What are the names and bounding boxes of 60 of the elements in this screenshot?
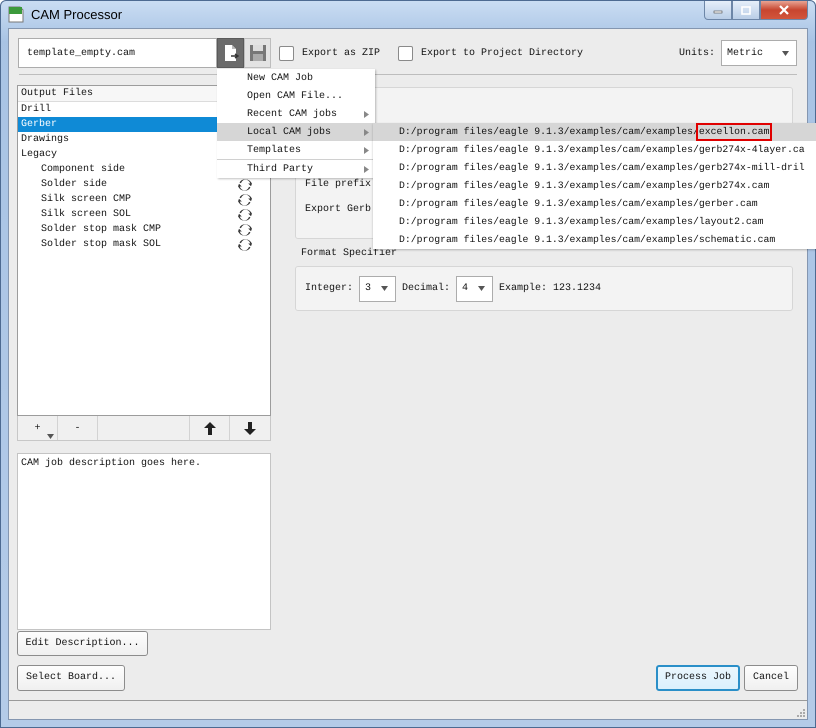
save-icon [248,44,266,62]
app-icon [8,6,24,23]
save-button[interactable] [244,38,271,68]
submenu-arrow-icon [364,129,369,136]
caret-icon [782,50,789,56]
cancel-button[interactable]: Cancel [744,664,798,690]
menu-item[interactable]: D:/program files/eagle 9.1.3/examples/cam/examples/layout2.cam [373,213,816,231]
field-label: Integer: [305,283,354,294]
example-text: Example: 123.1234 [499,283,602,294]
units-label: Units: [678,48,715,58]
refresh-icon[interactable] [238,178,252,192]
caret-icon [478,286,486,291]
menu-item[interactable]: D:/program files/eagle 9.1.3/examples/cam/examples/schematic.cam [373,231,816,249]
down-arrow-icon [244,422,256,434]
process-job-button[interactable]: Process Job [656,664,740,690]
setting-label: Export Gerb [305,203,372,217]
field-label: Decimal: [402,283,450,294]
edit-description-button[interactable]: Edit Description... [17,631,148,656]
units-dropdown[interactable]: Metric [721,40,797,66]
refresh-icon[interactable] [238,192,252,206]
refresh-icon[interactable] [238,208,252,222]
close-icon [778,5,790,15]
resize-grip-icon[interactable] [795,707,805,717]
list-item[interactable]: Silk screen CMP [18,192,270,207]
list-item[interactable]: Solder stop mask CMP [18,222,270,237]
refresh-icon[interactable] [238,222,252,236]
caret-icon [47,434,54,439]
submenu-arrow-icon [364,111,369,118]
menu-item[interactable]: D:/program files/eagle 9.1.3/examples/cam/examples/gerb274x-mill-dril [373,159,816,177]
refresh-icon[interactable] [238,238,252,252]
menu-item[interactable]: Templates [217,141,375,159]
list-item[interactable]: Solder side [18,177,270,192]
group-title: Format Specifier [300,248,398,261]
job-file-field[interactable]: template_empty.cam [18,38,217,68]
close-button[interactable] [760,1,808,20]
description-field[interactable]: CAM job description goes here. [17,453,271,630]
submenu-arrow-icon [364,166,369,173]
caret-icon [381,286,388,291]
menu-item[interactable]: New CAM Job [217,69,375,87]
checkbox[interactable]: Export to Project Directory [398,46,584,60]
menu-item[interactable]: D:/program files/eagle 9.1.3/examples/cam/examples/gerb274x.cam [373,177,816,195]
new-job-button[interactable] [217,38,244,68]
up-arrow-icon [204,422,216,434]
add-button[interactable]: + [18,416,58,440]
menu-item[interactable]: Local CAM jobs [217,123,375,141]
submenu-arrow-icon [364,147,369,154]
menu-item[interactable]: D:/program files/eagle 9.1.3/examples/cam/examples/gerber.cam [373,195,816,213]
maximize-button[interactable] [732,1,760,20]
maximize-icon [741,6,751,14]
integer-dropdown[interactable]: 3 [359,276,396,302]
setting-label: File prefix [305,178,372,192]
window-title: CAM Processor [31,7,122,22]
minimize-button[interactable] [704,1,732,20]
checkbox[interactable]: Export as ZIP [279,46,380,60]
list-item[interactable]: Solder stop mask SOL [18,237,270,252]
select-board-button[interactable]: Select Board... [17,664,126,690]
menu-item[interactable]: D:/program files/eagle 9.1.3/examples/cam/examples/gerb274x-4layer.ca [373,141,816,159]
remove-button[interactable]: - [58,416,98,440]
list-item[interactable]: Silk screen SOL [18,207,270,222]
decimal-dropdown[interactable]: 4 [456,276,494,302]
